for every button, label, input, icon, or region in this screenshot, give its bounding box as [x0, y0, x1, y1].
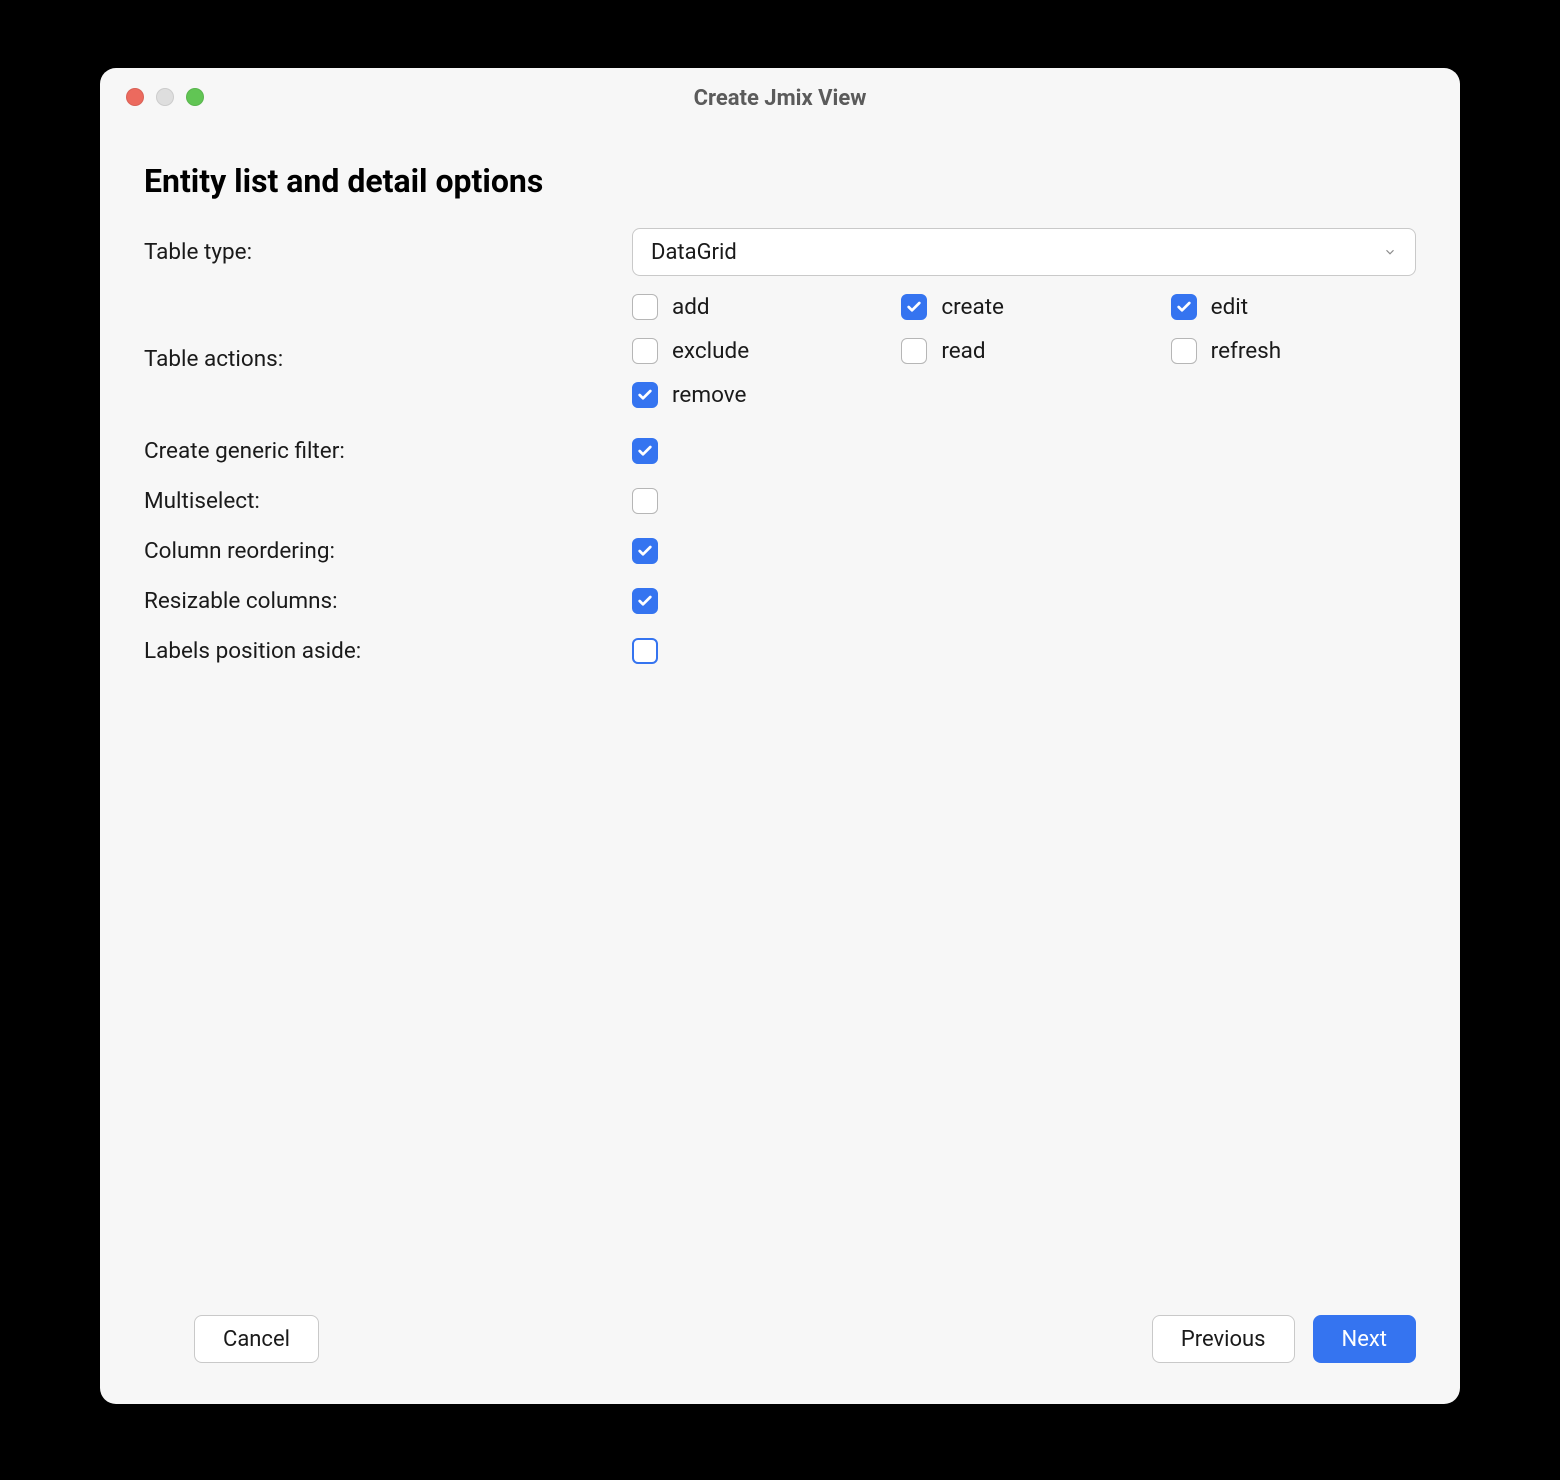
option-label: Multiselect: [144, 488, 632, 514]
action-item-create: create [901, 294, 1146, 320]
chevron-down-icon [1383, 240, 1397, 265]
option-label: Create generic filter: [144, 438, 632, 464]
action-label: create [941, 294, 1004, 320]
action-label: read [941, 338, 985, 364]
action-item-remove: remove [632, 382, 877, 408]
window-title: Create Jmix View [100, 86, 1460, 111]
option-checkbox[interactable] [632, 538, 658, 564]
option-row: Labels position aside: [144, 626, 1416, 676]
option-label: Column reordering: [144, 538, 632, 564]
action-label: add [672, 294, 710, 320]
option-checkbox[interactable] [632, 488, 658, 514]
titlebar: Create Jmix View [100, 68, 1460, 120]
dialog-footer: Cancel Previous Next [100, 1294, 1460, 1404]
options-list: Create generic filter: Multiselect: Column… [144, 426, 1416, 676]
action-checkbox-create[interactable] [901, 294, 927, 320]
page-title: Entity list and detail options [144, 162, 1416, 200]
action-checkbox-read[interactable] [901, 338, 927, 364]
dialog-window: Create Jmix View Entity list and detail … [100, 68, 1460, 1404]
cancel-button[interactable]: Cancel [194, 1315, 319, 1363]
action-label: remove [672, 382, 746, 408]
table-type-row: Table type: DataGrid [144, 228, 1416, 276]
action-checkbox-refresh[interactable] [1171, 338, 1197, 364]
action-item-edit: edit [1171, 294, 1416, 320]
action-label: edit [1211, 294, 1248, 320]
next-button[interactable]: Next [1313, 1315, 1416, 1363]
table-actions-label: Table actions: [144, 280, 632, 382]
action-checkbox-exclude[interactable] [632, 338, 658, 364]
action-checkbox-edit[interactable] [1171, 294, 1197, 320]
option-row: Column reordering: [144, 526, 1416, 576]
action-checkbox-remove[interactable] [632, 382, 658, 408]
dialog-content: Entity list and detail options Table typ… [100, 120, 1460, 1294]
table-actions-grid: add create edit exclude read refresh remove [632, 280, 1416, 408]
previous-button[interactable]: Previous [1152, 1315, 1295, 1363]
option-checkbox[interactable] [632, 438, 658, 464]
option-row: Create generic filter: [144, 426, 1416, 476]
option-checkbox[interactable] [632, 588, 658, 614]
option-label: Labels position aside: [144, 638, 632, 664]
action-item-read: read [901, 338, 1146, 364]
action-label: refresh [1211, 338, 1282, 364]
option-row: Resizable columns: [144, 576, 1416, 626]
action-item-refresh: refresh [1171, 338, 1416, 364]
table-actions-row: Table actions: add create edit exclude read r… [144, 280, 1416, 408]
action-checkbox-add[interactable] [632, 294, 658, 320]
action-item-exclude: exclude [632, 338, 877, 364]
option-label: Resizable columns: [144, 588, 632, 614]
table-type-value: DataGrid [651, 240, 737, 265]
action-item-add: add [632, 294, 877, 320]
action-label: exclude [672, 338, 749, 364]
option-checkbox[interactable] [632, 638, 658, 664]
table-type-select[interactable]: DataGrid [632, 228, 1416, 276]
option-row: Multiselect: [144, 476, 1416, 526]
table-type-label: Table type: [144, 229, 632, 275]
